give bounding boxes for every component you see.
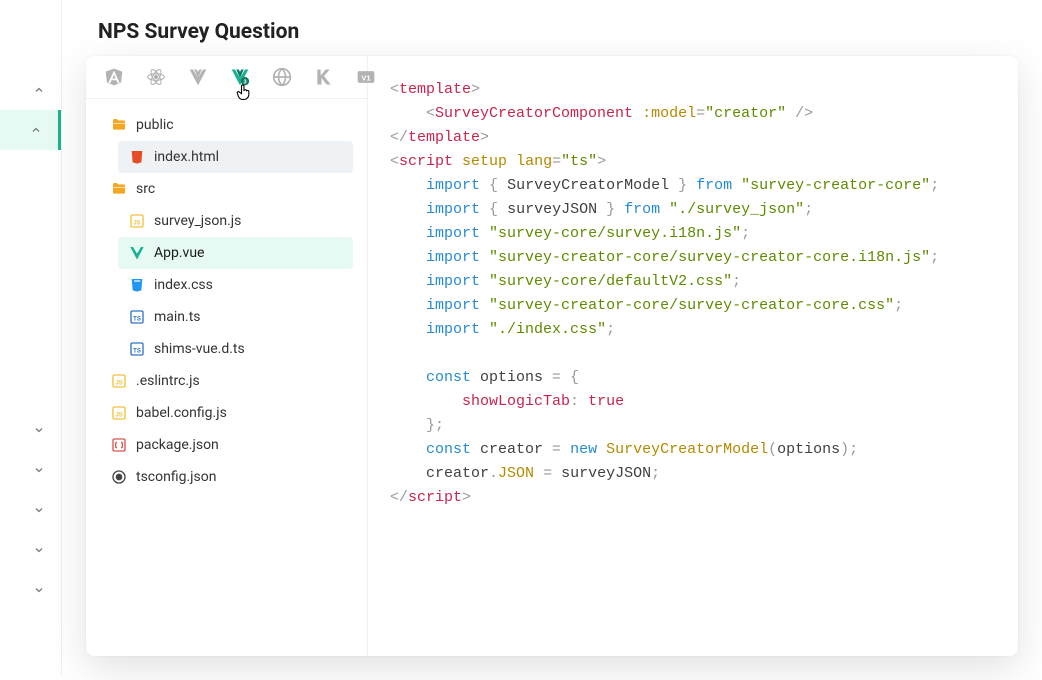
sandbox-panel: 3 V1 public index.html src JS survey_json.js A… [86,56,1018,656]
code-line: import "survey-creator-core/survey-creat… [390,294,1018,318]
svg-text:V1: V1 [361,73,370,82]
folder-public[interactable]: public [100,109,353,141]
json-icon [110,436,128,454]
folder-icon [110,116,128,134]
code-line: import "survey-core/defaultV2.css"; [390,270,1018,294]
page-title: NPS Survey Question [98,20,1006,44]
svg-text:JS: JS [115,412,122,418]
sidebar-item-1[interactable] [0,110,61,150]
code-line: }; [390,414,1018,438]
framework-tab-vue3[interactable]: 3 [230,66,250,88]
framework-tab-v1[interactable]: V1 [356,66,376,88]
framework-tab-react[interactable] [146,66,166,88]
js-icon: JS [128,212,146,230]
file-tsconfig-json[interactable]: tsconfig.json [100,461,353,493]
ts-icon [110,468,128,486]
svg-text:JS: JS [133,220,140,226]
file-label: index.css [154,277,213,293]
framework-tab-vue[interactable] [188,66,208,88]
left-sidebar [0,0,62,675]
code-line [390,342,1018,366]
svg-text:JS: JS [115,380,122,386]
file-label: index.html [154,149,219,165]
code-line: creator.JSON = surveyJSON; [390,462,1018,486]
html5-icon [128,148,146,166]
js-icon: JS [110,372,128,390]
vue-icon [128,244,146,262]
file-label: public [136,117,174,133]
file-app-vue[interactable]: App.vue [118,237,353,269]
code-line: <script setup lang="ts"> [390,150,1018,174]
file-label: tsconfig.json [136,469,216,485]
file-shims-vue-d-ts[interactable]: TS shims-vue.d.ts [118,333,353,365]
file-label: package.json [136,437,219,453]
code-line: <SurveyCreatorComponent :model="creator"… [390,102,1018,126]
code-line: import "survey-core/survey.i18n.js"; [390,222,1018,246]
code-line: import { SurveyCreatorModel } from "surv… [390,174,1018,198]
folder-icon [110,180,128,198]
file-label: .eslintrc.js [136,373,200,389]
svg-text:TS: TS [133,316,141,322]
framework-tab-js[interactable] [272,66,292,88]
code-line: import "./index.css"; [390,318,1018,342]
file--eslintrc-js[interactable]: JS .eslintrc.js [100,365,353,397]
framework-tabs: 3 V1 [86,56,367,99]
sidebar-item-3[interactable] [0,450,61,490]
file-label: main.ts [154,309,201,325]
file-index-html[interactable]: index.html [118,141,353,173]
framework-tab-angular[interactable] [104,66,124,88]
sidebar-item-5[interactable] [0,530,61,570]
file-main-ts[interactable]: TS main.ts [118,301,353,333]
file-label: App.vue [154,245,204,261]
file-label: src [136,181,155,197]
file-label: shims-vue.d.ts [154,341,245,357]
js-icon: JS [110,404,128,422]
file-label: babel.config.js [136,405,227,421]
file-index-css[interactable]: index.css [118,269,353,301]
file-survey-json-js[interactable]: JS survey_json.js [118,205,353,237]
framework-tab-knockout[interactable] [314,66,334,88]
folder-src[interactable]: src [100,173,353,205]
tsb-icon: TS [128,340,146,358]
sidebar-item-4[interactable] [0,490,61,530]
sidebar-item-2[interactable] [0,410,61,450]
code-line: const creator = new SurveyCreatorModel(o… [390,438,1018,462]
code-line: <template> [390,78,1018,102]
code-line: showLogicTab: true [390,390,1018,414]
css-icon [128,276,146,294]
file-tree: public index.html src JS survey_json.js App.v… [86,99,367,656]
sidebar-item-0[interactable] [0,70,61,110]
code-line: const options = { [390,366,1018,390]
tsb-icon: TS [128,308,146,326]
file-babel-config-js[interactable]: JS babel.config.js [100,397,353,429]
sidebar-item-6[interactable] [0,570,61,610]
code-line: import { surveyJSON } from "./survey_jso… [390,198,1018,222]
page-header: NPS Survey Question [62,0,1042,56]
code-editor[interactable]: <template> <SurveyCreatorComponent :mode… [368,56,1018,656]
file-label: survey_json.js [154,213,241,229]
svg-text:TS: TS [133,348,141,354]
code-line: </template> [390,126,1018,150]
file-package-json[interactable]: package.json [100,429,353,461]
code-line: import "survey-creator-core/survey-creat… [390,246,1018,270]
code-line: </script> [390,486,1018,510]
